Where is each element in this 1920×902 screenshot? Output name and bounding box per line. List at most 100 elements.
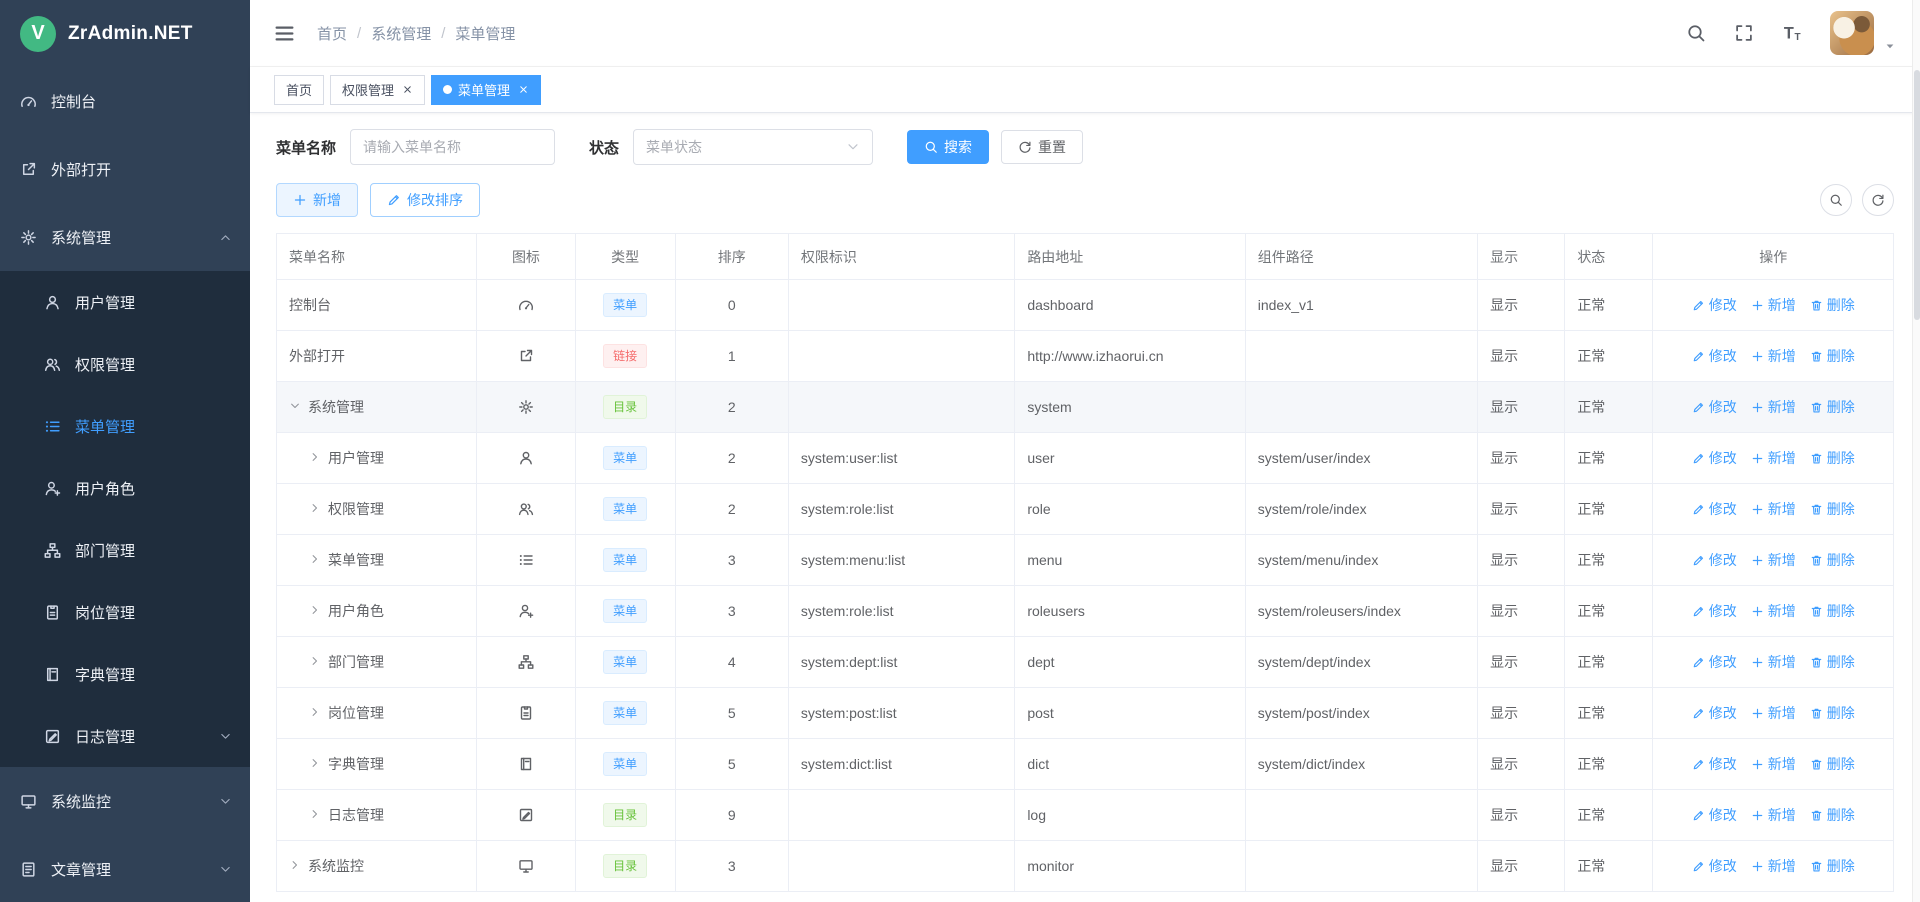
font-size-icon: TT xyxy=(1782,23,1802,43)
component-value: system/dict/index xyxy=(1258,756,1365,772)
expand-right-icon[interactable] xyxy=(309,451,328,463)
expand-right-icon[interactable] xyxy=(309,757,328,769)
add-link[interactable]: 新增 xyxy=(1751,397,1796,417)
menu-name: 系统监控 xyxy=(308,858,364,874)
expand-right-icon[interactable] xyxy=(309,808,328,820)
add-link[interactable]: 新增 xyxy=(1751,550,1796,570)
user-role-icon xyxy=(518,603,534,619)
scrollbar-thumb[interactable] xyxy=(1914,70,1920,320)
sidebar-item-menu[interactable]: 菜单管理 xyxy=(0,395,250,457)
edit-link[interactable]: 修改 xyxy=(1692,448,1737,468)
add-link[interactable]: 新增 xyxy=(1751,805,1796,825)
delete-link[interactable]: 删除 xyxy=(1810,346,1855,366)
delete-link[interactable]: 删除 xyxy=(1810,295,1855,315)
add-link[interactable]: 新增 xyxy=(1751,346,1796,366)
chevron-down-icon[interactable] xyxy=(1884,40,1896,52)
search-icon[interactable] xyxy=(1686,23,1706,43)
sidebar-item-external[interactable]: 外部打开 xyxy=(0,135,250,203)
scrollbar[interactable] xyxy=(1912,0,1920,902)
sidebar-item-log[interactable]: 日志管理 xyxy=(0,705,250,767)
add-link[interactable]: 新增 xyxy=(1751,601,1796,621)
brand[interactable]: V ZrAdmin.NET xyxy=(0,0,250,67)
expand-right-icon[interactable] xyxy=(309,706,328,718)
search-button[interactable]: 搜索 xyxy=(907,130,989,164)
sidebar-item-monitor[interactable]: 系统监控 xyxy=(0,767,250,835)
sidebar-item-label: 菜单管理 xyxy=(75,416,135,437)
toggle-search-button[interactable] xyxy=(1820,184,1852,216)
sort-value: 5 xyxy=(728,705,736,721)
close-icon[interactable] xyxy=(518,84,529,95)
tab-menu[interactable]: 菜单管理 xyxy=(431,75,541,105)
column-header: 类型 xyxy=(575,234,675,280)
edit-link[interactable]: 修改 xyxy=(1692,754,1737,774)
breadcrumb-item[interactable]: 菜单管理 xyxy=(455,23,515,44)
add-link[interactable]: 新增 xyxy=(1751,448,1796,468)
edit-link[interactable]: 修改 xyxy=(1692,397,1737,417)
edit-link[interactable]: 修改 xyxy=(1692,346,1737,366)
delete-link[interactable]: 删除 xyxy=(1810,856,1855,876)
edit-link[interactable]: 修改 xyxy=(1692,805,1737,825)
column-header: 路由地址 xyxy=(1015,234,1245,280)
sidebar-item-roleusers[interactable]: 用户角色 xyxy=(0,457,250,519)
perm-value: system:role:list xyxy=(801,603,894,619)
edit-link[interactable]: 修改 xyxy=(1692,550,1737,570)
close-icon[interactable] xyxy=(402,84,413,95)
component-value: system/roleusers/index xyxy=(1258,603,1401,619)
edit-link[interactable]: 修改 xyxy=(1692,703,1737,723)
add-link[interactable]: 新增 xyxy=(1751,754,1796,774)
add-link[interactable]: 新增 xyxy=(1751,295,1796,315)
table-toolbar: 新增 修改排序 xyxy=(276,183,1894,217)
plus-icon xyxy=(293,192,307,208)
reset-button[interactable]: 重置 xyxy=(1001,130,1083,164)
menu-name: 菜单管理 xyxy=(328,552,384,568)
edit-link[interactable]: 修改 xyxy=(1692,652,1737,672)
expand-down-icon[interactable] xyxy=(289,400,308,412)
menu-name-label: 菜单名称 xyxy=(276,137,336,158)
fullscreen-icon[interactable] xyxy=(1734,23,1754,43)
menu-name-input[interactable] xyxy=(350,129,555,165)
hamburger-icon[interactable] xyxy=(274,23,295,44)
delete-link[interactable]: 删除 xyxy=(1810,703,1855,723)
delete-link[interactable]: 删除 xyxy=(1810,499,1855,519)
sidebar-item-system[interactable]: 系统管理 xyxy=(0,203,250,271)
edit-link[interactable]: 修改 xyxy=(1692,499,1737,519)
delete-link[interactable]: 删除 xyxy=(1810,805,1855,825)
expand-right-icon[interactable] xyxy=(309,553,328,565)
sidebar-item-post[interactable]: 岗位管理 xyxy=(0,581,250,643)
tab-role[interactable]: 权限管理 xyxy=(330,75,425,105)
edit-link[interactable]: 修改 xyxy=(1692,295,1737,315)
sidebar-item-dict[interactable]: 字典管理 xyxy=(0,643,250,705)
delete-link[interactable]: 删除 xyxy=(1810,754,1855,774)
expand-right-icon[interactable] xyxy=(289,859,308,871)
delete-link[interactable]: 删除 xyxy=(1810,550,1855,570)
delete-link[interactable]: 删除 xyxy=(1810,652,1855,672)
add-link[interactable]: 新增 xyxy=(1751,652,1796,672)
expand-right-icon[interactable] xyxy=(309,502,328,514)
expand-right-icon[interactable] xyxy=(309,604,328,616)
add-link[interactable]: 新增 xyxy=(1751,856,1796,876)
row-operations: 修改新增删除 xyxy=(1665,295,1881,315)
sidebar-item-user[interactable]: 用户管理 xyxy=(0,271,250,333)
breadcrumb-item[interactable]: 首页 xyxy=(317,23,347,44)
add-link[interactable]: 新增 xyxy=(1751,703,1796,723)
delete-link[interactable]: 删除 xyxy=(1810,601,1855,621)
sidebar-item-dashboard[interactable]: 控制台 xyxy=(0,67,250,135)
sidebar-item-dept[interactable]: 部门管理 xyxy=(0,519,250,581)
delete-link[interactable]: 删除 xyxy=(1810,448,1855,468)
font-size-icon[interactable]: TT xyxy=(1782,23,1802,43)
edit-link[interactable]: 修改 xyxy=(1692,601,1737,621)
column-header: 状态 xyxy=(1565,234,1653,280)
sort-button[interactable]: 修改排序 xyxy=(370,183,480,217)
expand-right-icon[interactable] xyxy=(309,655,328,667)
add-button[interactable]: 新增 xyxy=(276,183,358,217)
delete-link[interactable]: 删除 xyxy=(1810,397,1855,417)
edit-link[interactable]: 修改 xyxy=(1692,856,1737,876)
sidebar-item-article[interactable]: 文章管理 xyxy=(0,835,250,902)
add-link[interactable]: 新增 xyxy=(1751,499,1796,519)
tab-home[interactable]: 首页 xyxy=(274,75,324,105)
status-select[interactable]: 菜单状态 xyxy=(633,129,873,165)
sidebar-item-role[interactable]: 权限管理 xyxy=(0,333,250,395)
avatar[interactable] xyxy=(1830,11,1874,55)
refresh-button[interactable] xyxy=(1862,184,1894,216)
breadcrumb-item[interactable]: 系统管理 xyxy=(371,23,431,44)
